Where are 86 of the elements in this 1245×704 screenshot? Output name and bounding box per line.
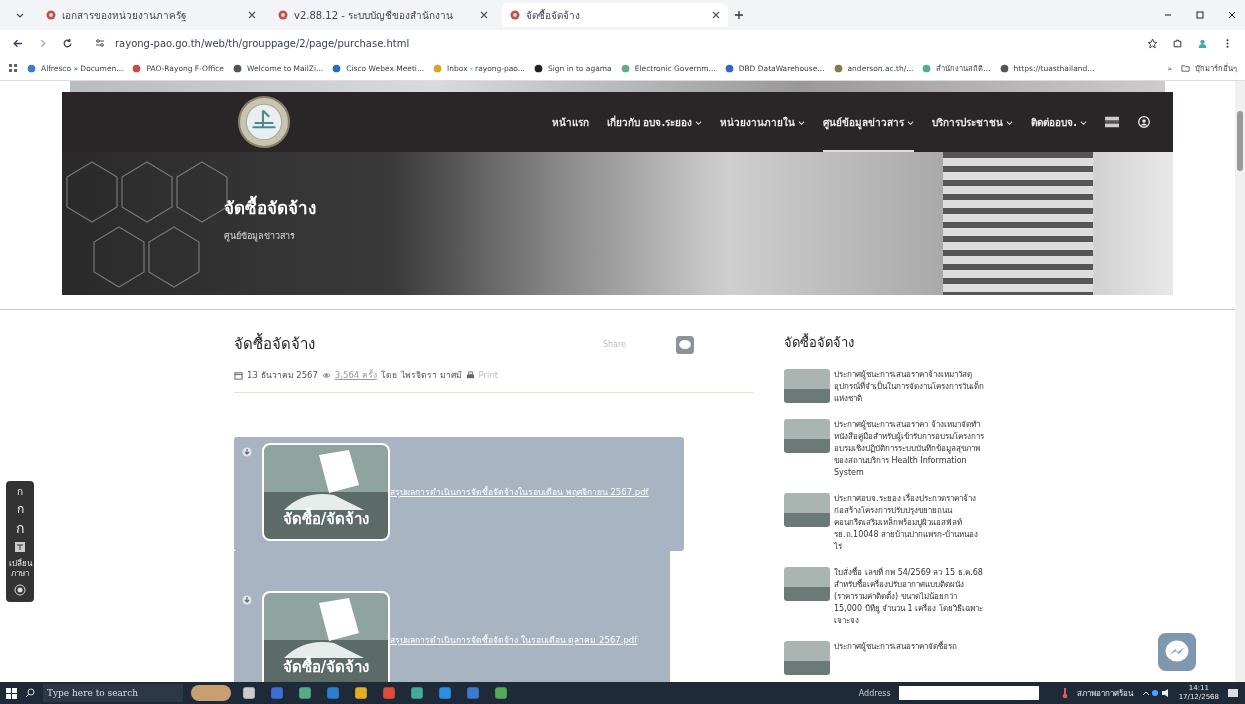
notification-icon[interactable] [1227,687,1239,699]
address-field[interactable]: rayong-pao.go.th/web/th/grouppage/2/page/purchase.html [87,33,1133,53]
font-size-button[interactable]: ก [17,487,23,497]
weather-text[interactable]: สภาพอากาศร้อน [1076,686,1133,700]
site-favicon-icon [278,10,288,20]
bookmark-favicon-icon [724,63,734,73]
close-icon [480,11,488,19]
post-date: 13 ธันวาคม 2567 [247,369,318,382]
gavel-thumbnail-image: จัดซื้อ/จัดจ้าง [262,443,390,541]
star-icon[interactable] [1147,37,1158,49]
start-icon[interactable] [6,687,17,699]
article-title: จัดซื้อจัดจ้าง [234,332,316,355]
nav-menu-item[interactable]: หน่วยงานภายใน [720,92,806,152]
nav-menu-item[interactable]: ติดต่ออบจ. [1031,92,1087,152]
restore-icon[interactable] [1195,10,1205,20]
bookmark-favicon-icon [833,63,843,73]
bookmark-favicon-icon [332,63,342,73]
taskbar-app-icon[interactable] [410,686,424,700]
contrast-icon[interactable] [14,584,26,597]
tab-list-icon[interactable] [16,11,24,19]
bookmark-favicon-icon [132,63,142,73]
thermometer-icon [1060,687,1069,699]
taskbar-app-icon[interactable] [494,686,508,700]
apps-grid-icon[interactable] [8,63,18,73]
banner-title: จัดซื้อจัดจ้าง [224,194,316,221]
scrollbar[interactable] [1235,81,1245,682]
bookmark-favicon-icon [999,63,1009,73]
bookmark-favicon-icon [620,63,630,73]
flag-icon[interactable] [1105,116,1119,128]
gavel-thumbnail-image: จัดซื้อ/จัดจ้าง [262,591,390,682]
translate-icon[interactable] [14,541,26,553]
news-link[interactable]: ประกาศผู้ชนะการเสนอราคาจ้างเหมาวัสดุอุปกรณ์ที่จำเป็นในการจัดงานโครงการวันเด็กแห่งชาติ [834,369,984,405]
squirrel-illustration [191,685,231,701]
language-button[interactable]: เปลี่ยนภาษา [7,559,33,579]
chat-share-icon[interactable] [676,336,694,354]
view-count: 3,564 ครั้ง [334,368,377,382]
nav-menu-item[interactable]: หน้าแรก [551,92,589,152]
bookmark-favicon-icon [27,63,36,73]
close-icon[interactable] [1227,10,1237,20]
close-icon [248,11,256,19]
new-tab-icon[interactable] [734,10,744,20]
system-tray-icon[interactable] [1140,687,1171,699]
browser-tab[interactable]: v2.88.12 - ระบบบัญชีของสำนักงาน [270,3,496,27]
nav-menu-item[interactable]: บริการประชาชน [932,92,1014,152]
news-link[interactable]: ประกาศอบจ.ระยอง เรื่องประกวดราคาจ้างก่อสร้างโครงการปรับปรุงขยายถนนคอนกรีตเสริมเหล็กพร้อมปูผิวแอสฟัลท์ รย.ถ.10048 สายบ้านปากแพรก-บ้านหนองไร่ [834,493,984,553]
emblem-logo-icon [238,96,290,148]
banner-subtitle: ศูนย์ข้อมูลข่าวสาร [224,230,296,243]
site-settings-icon [95,38,105,48]
taskbar-app-icon[interactable] [354,686,368,700]
profile-avatar-icon[interactable] [1197,37,1208,49]
user-account-icon[interactable] [1137,116,1151,128]
bookmark-favicon-icon [533,63,543,73]
news-link[interactable]: ประกาศผู้ชนะการเสนอราคา จ้างเหมาจัดทำหนังสือคู่มือสำหรับผู้เข้ารับการอบรมโครงการอบรมเชิงปฏิบัติการระบบบันทึกข้อมูลสุขภาพของสถานบริการ Health Information System [834,419,984,479]
back-arrow-icon[interactable] [12,37,23,49]
eye-icon [321,370,331,380]
address-toolbar-field[interactable] [898,686,1039,700]
taskbar-app-icon[interactable] [298,686,312,700]
taskbar-app-icon[interactable] [438,686,452,700]
address-toolbar-label: Address [858,688,891,698]
printer-icon [465,370,475,380]
bookmark-favicon-icon [922,63,932,73]
news-link[interactable]: ประกาศผู้ชนะการเสนอราคาจัดซื้อรถ [834,641,957,675]
font-size-button[interactable]: ก [16,521,24,535]
nav-menu-item[interactable]: เกี่ยวกับ อบจ.ระยอง [606,92,703,152]
browser-tab[interactable]: จัดซื้อจัดจ้าง [502,3,728,27]
site-favicon-icon [46,10,56,20]
bookmark-favicon-icon [233,63,242,73]
calendar-icon [234,370,243,380]
close-icon [712,11,720,19]
download-icon [242,595,252,605]
reload-icon[interactable] [62,37,73,49]
author-name: ไพรจิตรา มาศมี [400,369,462,382]
folder-icon [1181,63,1190,73]
extensions-icon[interactable] [1172,37,1183,49]
browser-tab[interactable]: เอกสารของหน่วยงานภาครัฐ [38,3,264,27]
sidebar-title: จัดซื้อจัดจ้าง [784,332,855,352]
search-icon [25,688,35,698]
author-label: โดย [380,369,397,382]
news-link[interactable]: ใบสั่งซื้อ เลขที่ กพ 54/2569 ลว 15 ธ.ค.68 สำหรับซื้อเครื่องปรับอากาศแบบติดผนัง (ราคารวมค่าติดตั้ง) ขนาดไม่น้อยกว่า 15,000 บีทียู จำนวน 1 เครื่อง โดยวิธีเฉพาะเจาะจง [834,567,984,627]
site-favicon-icon [510,10,520,20]
download-icon [242,447,252,457]
messenger-chat-icon[interactable] [1158,633,1196,671]
bookmark-favicon-icon [433,63,443,73]
taskbar-search-field[interactable]: Type here to search [43,684,183,702]
font-size-button[interactable]: ก [16,503,24,515]
taskbar-app-icon[interactable] [242,686,256,700]
